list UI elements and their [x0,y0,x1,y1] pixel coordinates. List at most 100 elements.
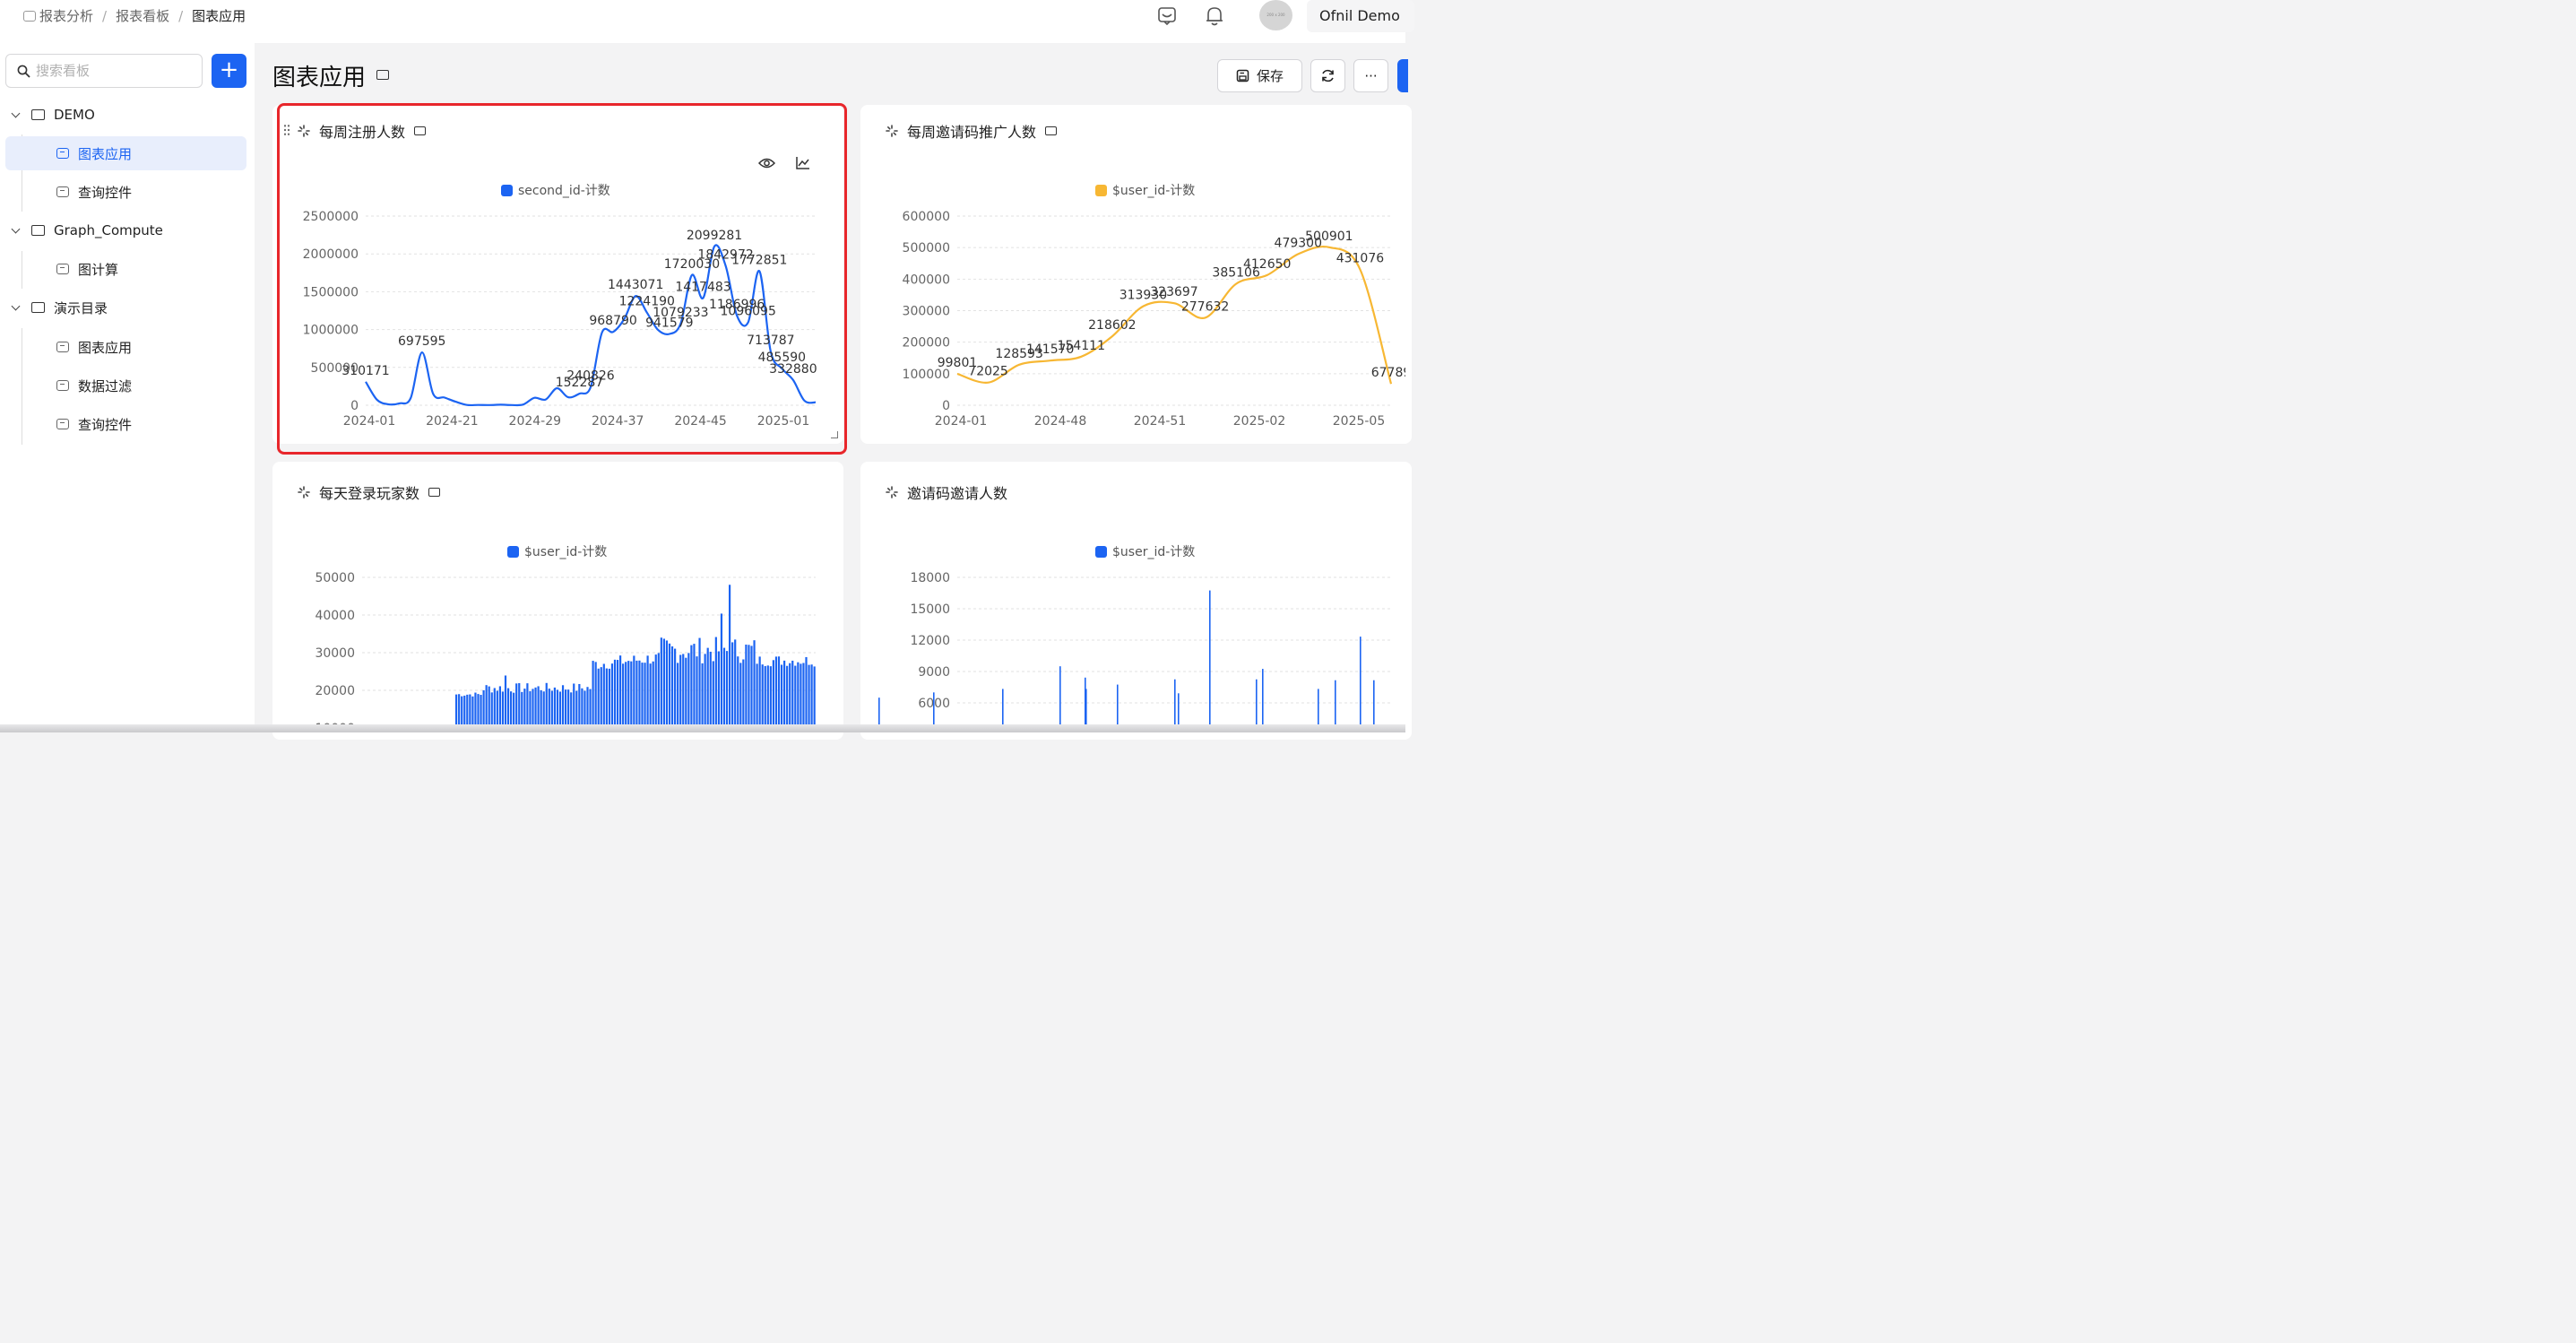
save-icon [1236,69,1249,82]
sidebar-item-label: 图计算 [78,261,119,278]
bar [1209,590,1211,732]
sidebar-item-query-control[interactable]: 查询控件 [5,175,246,209]
bar [674,648,677,732]
bar [745,645,748,732]
y-tick-label: 50000 [315,571,355,585]
chart-daily-logins[interactable]: 5000040000300002000010000 [272,560,843,732]
breadcrumb-separator: / [178,7,184,24]
add-dashboard-button[interactable]: + [212,54,246,88]
bar [619,655,622,732]
folder-graph-compute[interactable]: Graph_Compute [0,213,246,247]
sidebar-item-data-filter[interactable]: 数据过滤 [5,368,246,403]
breadcrumb-item[interactable]: 报表看板 [116,6,169,25]
card-title-text: 每天登录玩家数 [319,485,420,502]
chevron-down-icon[interactable] [11,108,21,117]
bar [729,585,731,732]
bar [800,663,802,732]
y-tick-label: 12000 [910,634,950,648]
sidebar-item-chart-app[interactable]: 图表应用 [5,136,246,170]
avatar[interactable]: 200 x 200 [1259,0,1292,30]
sidebar-item-label: 数据过滤 [78,377,133,394]
data-label: 67789 [1371,366,1405,380]
breadcrumb-current: 图表应用 [192,8,246,24]
data-label: 431076 [1336,251,1385,265]
search-icon [17,65,30,78]
x-tick-label: 2024-51 [1134,414,1187,429]
bar [722,647,726,732]
chart-weekly-invites[interactable]: 6000005000004000003000002000001000000202… [860,197,1405,439]
refresh-button[interactable] [1310,59,1345,92]
folder-demo[interactable]: DEMO [0,98,246,132]
chart-invite-code[interactable]: 18000150001200090006000 [860,560,1405,732]
x-tick-label: 2025-02 [1233,414,1286,429]
search-input[interactable] [36,63,188,79]
chart-legend[interactable]: $user_id-计数 [507,542,607,560]
chart-legend[interactable]: $user_id-计数 [1095,181,1195,199]
folder-icon [31,302,45,313]
refresh-icon [1322,69,1334,82]
chart-legend[interactable]: $user_id-计数 [1095,542,1195,560]
bar [602,663,605,732]
folder-label: 演示目录 [54,299,108,316]
dashboard-icon [56,419,69,429]
loading-spinner-icon [298,486,310,498]
chevron-down-icon[interactable] [11,224,21,233]
sidebar-item-query-control-2[interactable]: 查询控件 [5,407,246,441]
sidebar-item-label: 查询控件 [78,184,133,201]
bar [780,664,783,732]
bar [706,647,709,732]
y-tick-label: 300000 [903,305,950,319]
more-button[interactable]: ··· [1353,59,1388,92]
bar [592,661,594,732]
y-tick-label: 40000 [315,609,355,623]
bar [668,643,671,732]
sidebar-item-chart-app-2[interactable]: 图表应用 [5,330,246,364]
save-button[interactable]: 保存 [1217,59,1302,92]
bar [633,655,635,732]
breadcrumb-item[interactable]: 报表分析 [23,6,93,25]
comment-icon[interactable] [376,70,389,80]
selected-card-highlight [277,103,847,455]
bar [717,651,720,732]
bar [737,656,739,732]
bar [720,613,723,732]
comment-icon[interactable] [1045,126,1058,135]
comment-icon[interactable] [428,488,441,497]
data-label: 277632 [1181,299,1229,314]
folder-demo-dir[interactable]: 演示目录 [0,290,246,325]
bar [690,645,693,732]
bar [777,656,781,732]
legend-label: $user_id-计数 [1112,184,1196,198]
bar [600,667,602,732]
dashboard-icon [56,342,69,352]
card-title: 邀请码邀请人数 [886,481,1007,503]
bar [605,668,608,732]
y-tick-label: 30000 [315,646,355,661]
sidebar-item-graph-compute[interactable]: 图计算 [5,252,246,286]
bar [783,660,786,732]
dashboard-icon [56,186,69,197]
notification-bell-icon[interactable] [1205,5,1224,27]
chevron-down-icon[interactable] [11,301,21,310]
message-icon[interactable] [1157,6,1177,26]
x-tick-label: 2024-01 [935,414,988,429]
user-menu[interactable]: Ofnil Demo [1307,0,1414,32]
bar [662,638,665,732]
bar [791,660,794,732]
x-tick-label: 2025-05 [1333,414,1386,429]
bar [638,660,641,732]
bar [789,663,791,732]
folder-icon [31,225,45,236]
bar [772,660,774,732]
y-tick-label: 600000 [903,210,950,224]
dashboard-icon [56,264,69,274]
bar [704,654,706,732]
legend-swatch [1095,545,1107,558]
folder-label: DEMO [54,107,95,123]
bar [725,651,729,732]
primary-action-button[interactable] [1397,59,1408,92]
search-box[interactable] [5,54,203,88]
bar [709,651,712,732]
sidebar: + DEMO 图表应用 查询控件 Graph_Compute 图计算 演示目录 … [0,43,255,732]
bar [802,663,805,732]
